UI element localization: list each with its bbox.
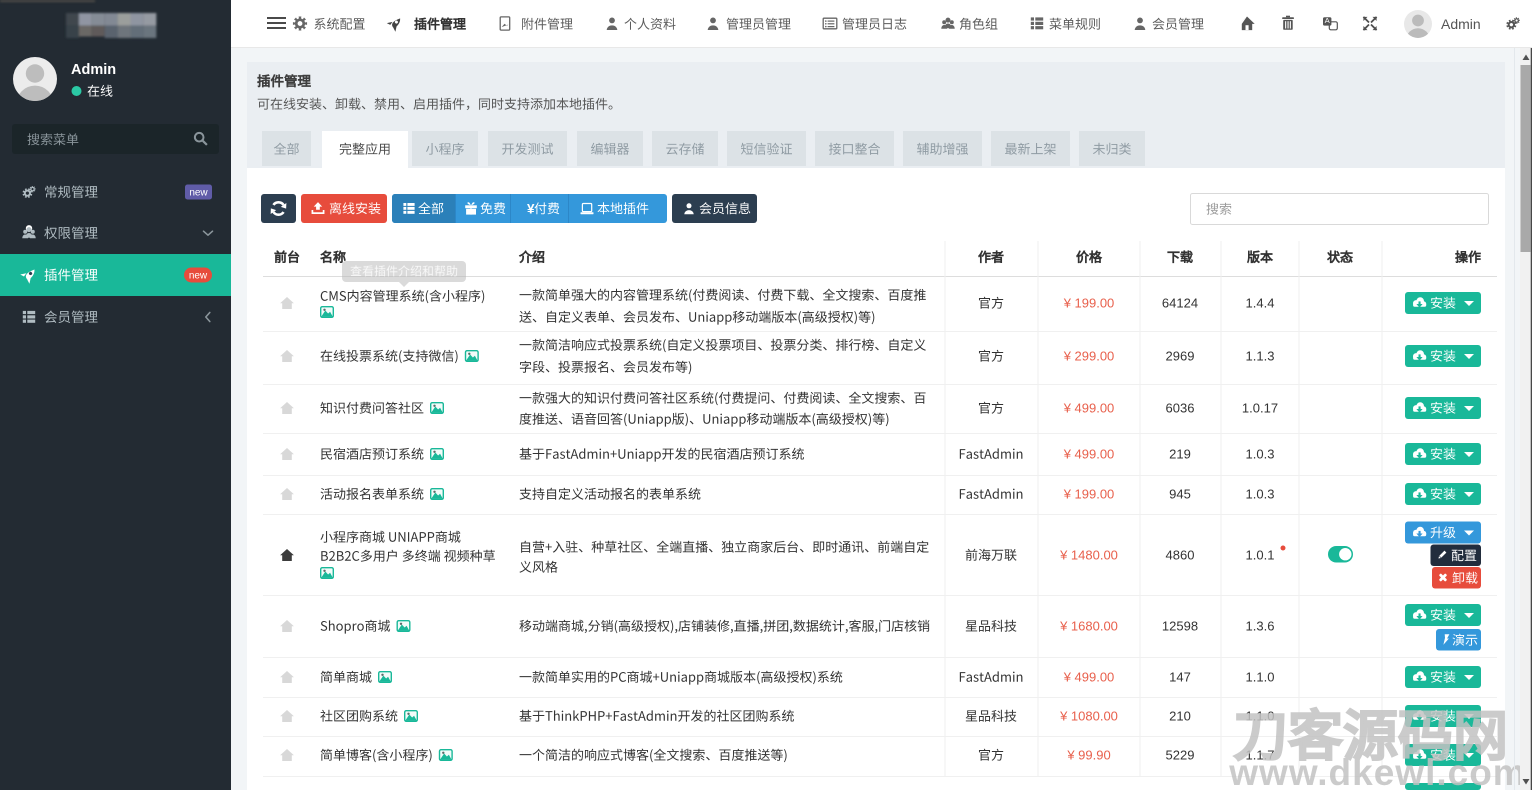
svg-text:Admin: Admin <box>71 62 116 78</box>
svg-text:1.3.6: 1.3.6 <box>1246 619 1275 634</box>
svg-text:¥ 1480.00: ¥ 1480.00 <box>1059 548 1118 563</box>
svg-text:new: new <box>189 271 208 282</box>
svg-text:¥ 499.00: ¥ 499.00 <box>1063 670 1115 685</box>
svg-text:A: A <box>1325 16 1331 25</box>
svg-text:¥ 499.00: ¥ 499.00 <box>1063 401 1115 416</box>
svg-text:¥ 1080.00: ¥ 1080.00 <box>1059 709 1118 724</box>
svg-text:64124: 64124 <box>1162 296 1198 311</box>
svg-text:www.dkewl.com: www.dkewl.com <box>1228 752 1526 790</box>
svg-text:1.0.1: 1.0.1 <box>1246 548 1275 563</box>
svg-text:12598: 12598 <box>1162 619 1198 634</box>
svg-text:1.4.4: 1.4.4 <box>1246 296 1275 311</box>
svg-text:147: 147 <box>1169 670 1191 685</box>
svg-text:1.0.3: 1.0.3 <box>1246 487 1275 502</box>
svg-text:219: 219 <box>1169 447 1191 462</box>
svg-text:¥: ¥ <box>527 201 535 216</box>
svg-text:¥ 499.00: ¥ 499.00 <box>1063 447 1115 462</box>
svg-text:1.0.17: 1.0.17 <box>1242 401 1278 416</box>
svg-text:1.1.3: 1.1.3 <box>1246 349 1275 364</box>
svg-text:1.0.3: 1.0.3 <box>1246 447 1275 462</box>
svg-text:2969: 2969 <box>1166 349 1195 364</box>
svg-text:¥ 199.00: ¥ 199.00 <box>1063 487 1115 502</box>
svg-text:¥ 99.90: ¥ 99.90 <box>1066 748 1110 763</box>
svg-text:¥ 299.00: ¥ 299.00 <box>1063 349 1115 364</box>
svg-text:6036: 6036 <box>1166 401 1195 416</box>
svg-text:5229: 5229 <box>1166 748 1195 763</box>
svg-text:945: 945 <box>1169 487 1191 502</box>
svg-text:Admin: Admin <box>1441 16 1481 32</box>
svg-text:210: 210 <box>1169 709 1191 724</box>
svg-text:1.1.0: 1.1.0 <box>1246 670 1275 685</box>
svg-text:¥ 1680.00: ¥ 1680.00 <box>1059 619 1118 634</box>
svg-text:¥ 199.00: ¥ 199.00 <box>1063 296 1115 311</box>
svg-text:new: new <box>189 188 208 199</box>
svg-text:4860: 4860 <box>1166 548 1195 563</box>
